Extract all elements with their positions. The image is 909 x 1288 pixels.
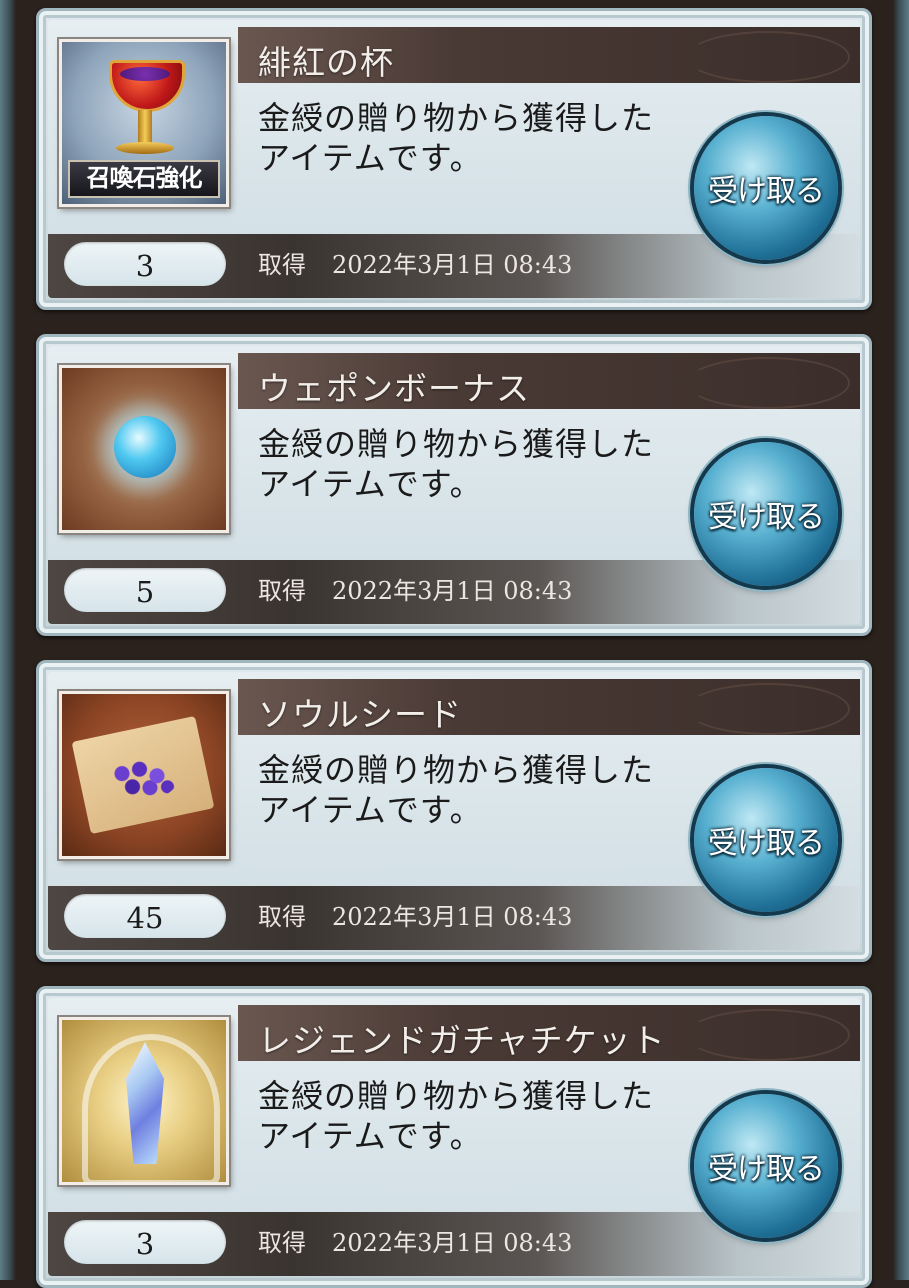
gift-item-card: レジェンドガチャチケット 金綬の贈り物から獲得した アイテムです。 3 取得 20… (36, 986, 872, 1288)
item-description-line: 金綬の贈り物から獲得した (258, 751, 655, 789)
item-title-bar: 緋紅の杯 (238, 27, 860, 83)
blue-orb-icon (59, 365, 229, 533)
receive-button[interactable]: 受け取る (694, 442, 838, 586)
item-title-bar: ウェポンボーナス (238, 353, 860, 409)
seed-pile (108, 756, 178, 800)
item-name: ウェポンボーナス (258, 369, 530, 408)
acquired-date: 2022年3月1日 08:43 (332, 251, 573, 279)
item-description-line: 金綬の贈り物から獲得した (258, 1077, 655, 1115)
gift-item-inner: レジェンドガチャチケット 金綬の贈り物から獲得した アイテムです。 3 取得 20… (48, 998, 860, 1276)
acquired-date: 2022年3月1日 08:43 (332, 903, 573, 931)
gift-item-card: 緋紅の杯 金綬の贈り物から獲得した アイテムです。 3 取得 2022年3月1日 … (36, 8, 872, 310)
crystal-ticket-icon (59, 1017, 229, 1185)
gift-item-inner: 緋紅の杯 金綬の贈り物から獲得した アイテムです。 3 取得 2022年3月1日 … (48, 20, 860, 298)
item-title-bar: レジェンドガチャチケット (238, 1005, 860, 1061)
acquired-label: 取得 (258, 903, 306, 931)
receive-button[interactable]: 受け取る (694, 1094, 838, 1238)
item-description: 金綬の贈り物から獲得した アイテムです。 (258, 1076, 688, 1156)
item-description-line: 金綬の贈り物から獲得した (258, 99, 655, 137)
gift-item-card: ウェポンボーナス 金綬の贈り物から獲得した アイテムです。 5 取得 2022年3… (36, 334, 872, 636)
acquired-info: 取得 2022年3月1日 08:43 (258, 245, 572, 280)
receive-button-label: 受け取る (708, 1152, 825, 1187)
item-name: 緋紅の杯 (258, 43, 394, 82)
item-description: 金綬の贈り物から獲得した アイテムです。 (258, 424, 688, 504)
acquired-label: 取得 (258, 577, 306, 605)
acquired-label: 取得 (258, 251, 306, 279)
item-count: 3 (64, 242, 226, 286)
item-description-line: アイテムです。 (258, 791, 483, 829)
chalice-icon: 召喚石強化 (59, 39, 229, 207)
receive-button-label: 受け取る (708, 174, 825, 209)
gift-item-inner: ソウルシード 金綬の贈り物から獲得した アイテムです。 45 取得 2022年3月… (48, 672, 860, 950)
orb-gem (114, 416, 176, 478)
acquired-info: 取得 2022年3月1日 08:43 (258, 571, 572, 606)
item-count: 3 (64, 1220, 226, 1264)
item-description: 金綬の贈り物から獲得した アイテムです。 (258, 98, 688, 178)
item-title-bar: ソウルシード (238, 679, 860, 735)
chalice-stem (138, 110, 152, 146)
item-description: 金綬の贈り物から獲得した アイテムです。 (258, 750, 688, 830)
acquired-label: 取得 (258, 1229, 306, 1257)
chalice-cup (109, 60, 185, 112)
item-description-line: アイテムです。 (258, 139, 483, 177)
acquired-date: 2022年3月1日 08:43 (332, 1229, 573, 1257)
gift-list-panel: 緋紅の杯 金綬の贈り物から獲得した アイテムです。 3 取得 2022年3月1日 … (0, 0, 909, 1288)
receive-button[interactable]: 受け取る (694, 116, 838, 260)
item-description-line: 金綬の贈り物から獲得した (258, 425, 655, 463)
item-name: ソウルシード (258, 695, 462, 734)
item-count: 45 (64, 894, 226, 938)
acquired-date: 2022年3月1日 08:43 (332, 577, 573, 605)
seeds-icon (59, 691, 229, 859)
chalice-base (116, 142, 174, 154)
acquired-info: 取得 2022年3月1日 08:43 (258, 897, 572, 932)
item-name: レジェンドガチャチケット (258, 1021, 666, 1060)
item-count: 5 (64, 568, 226, 612)
gift-item-inner: ウェポンボーナス 金綬の贈り物から獲得した アイテムです。 5 取得 2022年3… (48, 346, 860, 624)
receive-button-label: 受け取る (708, 826, 825, 861)
acquired-info: 取得 2022年3月1日 08:43 (258, 1223, 572, 1258)
gift-item-card: ソウルシード 金綬の贈り物から獲得した アイテムです。 45 取得 2022年3月… (36, 660, 872, 962)
item-description-line: アイテムです。 (258, 1117, 483, 1155)
summon-stone-badge: 召喚石強化 (68, 160, 220, 198)
receive-button[interactable]: 受け取る (694, 768, 838, 912)
item-description-line: アイテムです。 (258, 465, 483, 503)
receive-button-label: 受け取る (708, 500, 825, 535)
